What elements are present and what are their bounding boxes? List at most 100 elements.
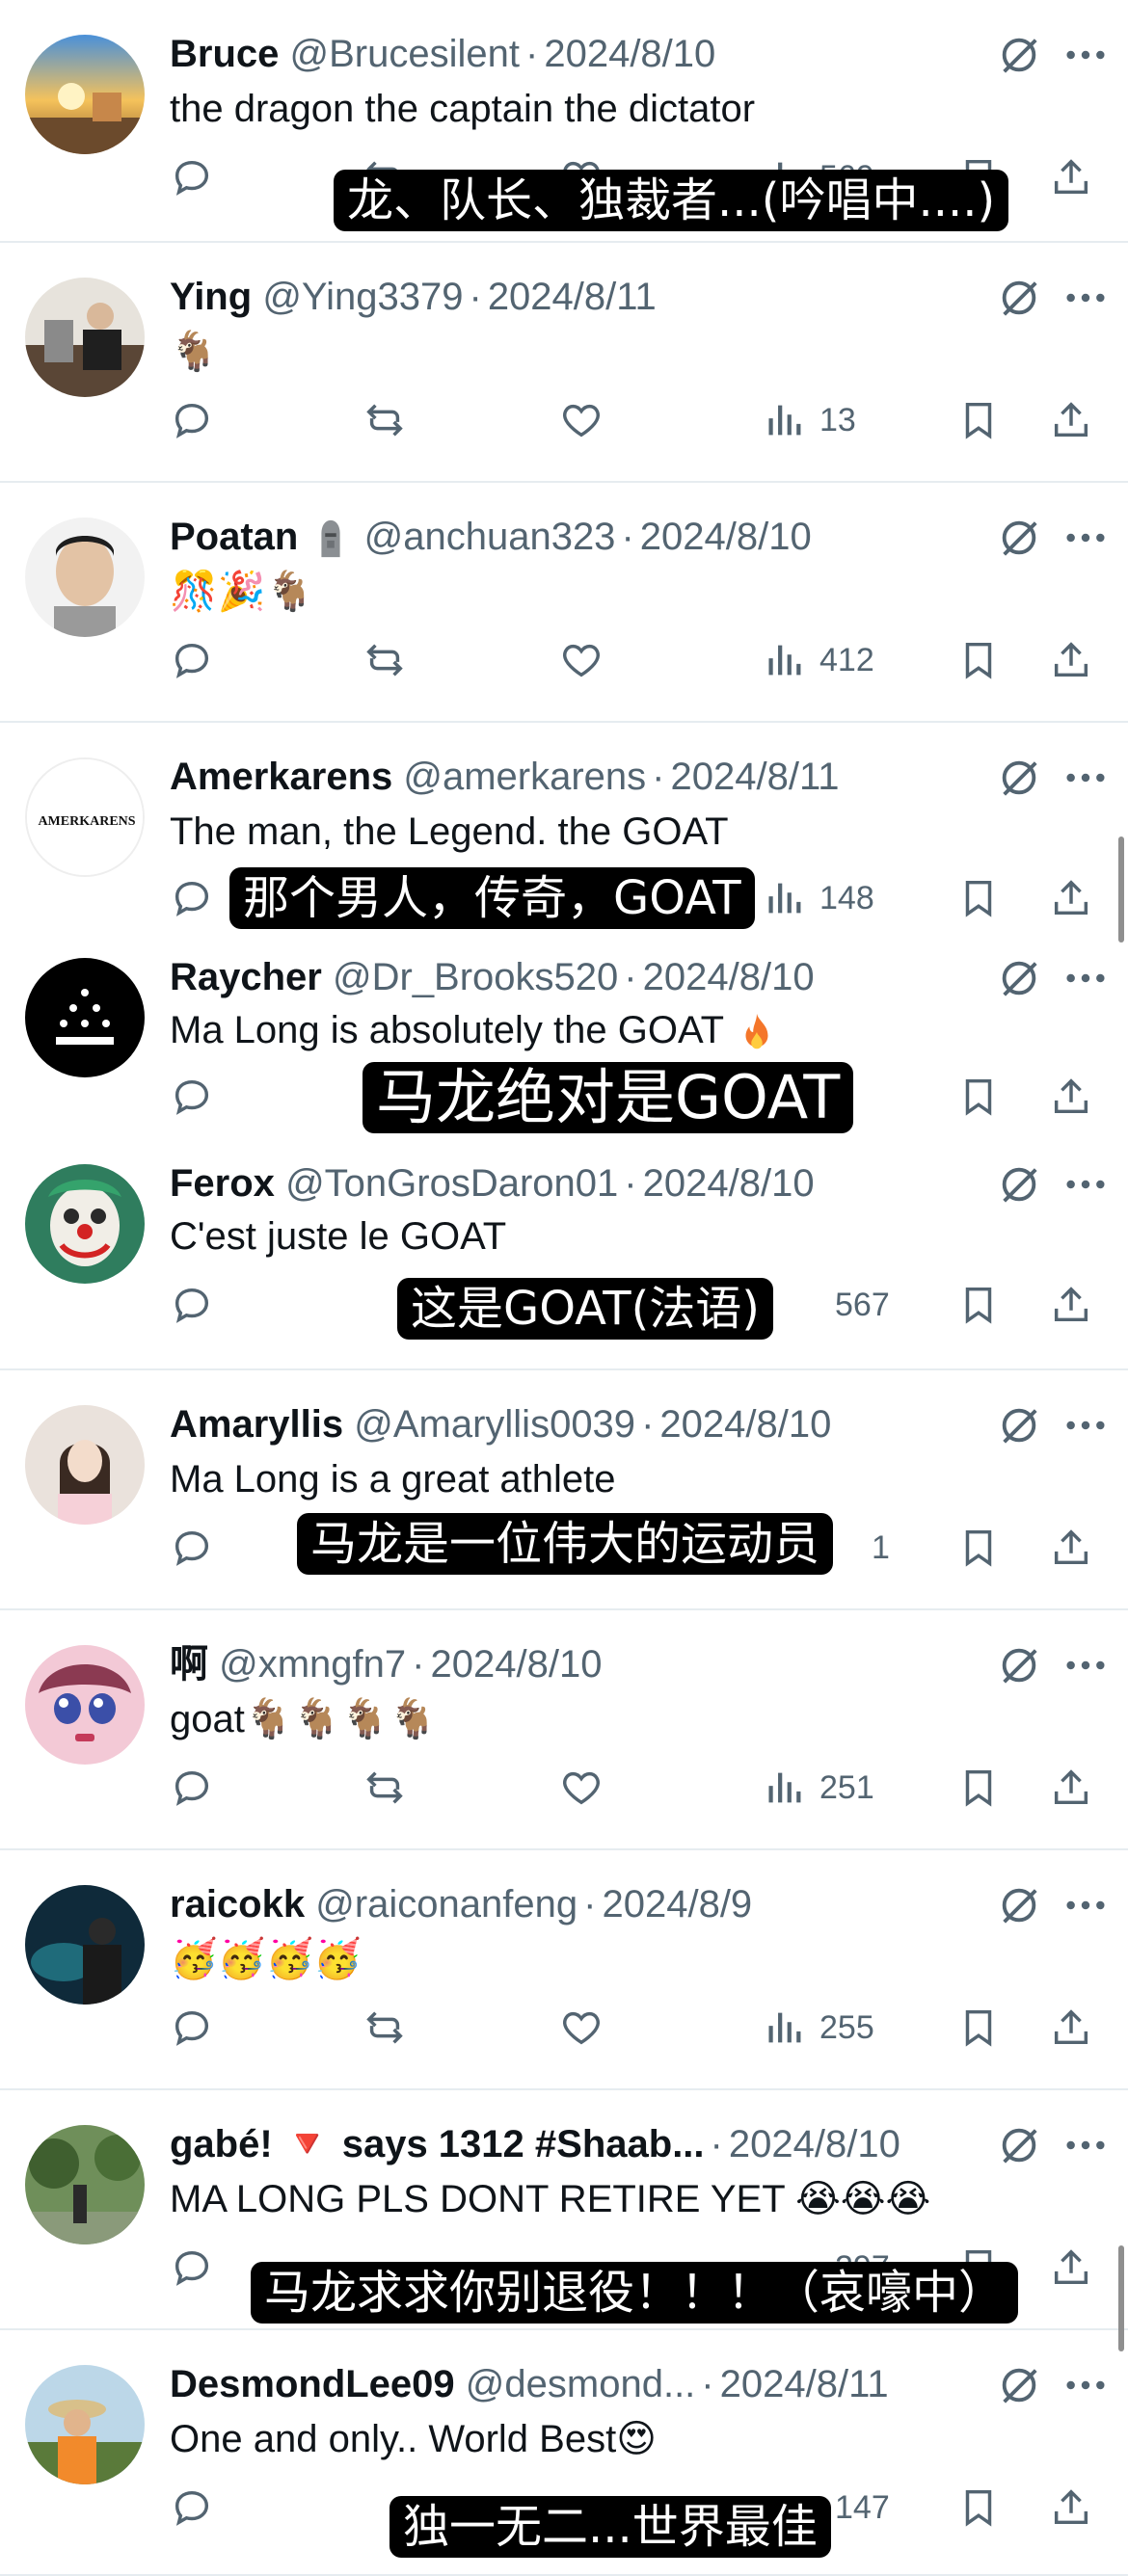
bookmark-button[interactable] — [956, 1999, 1001, 2057]
author-name[interactable]: Raycher — [170, 956, 322, 998]
avatar[interactable] — [25, 2365, 145, 2484]
author-handle[interactable]: @anchuan323 — [364, 516, 616, 558]
author-name[interactable]: Bruce — [170, 33, 279, 75]
post-date[interactable]: 2024/8/10 — [729, 2123, 900, 2165]
more-icon[interactable] — [1061, 276, 1111, 320]
share-button[interactable] — [1049, 1999, 1093, 2057]
views-button[interactable]: 567 — [821, 1276, 890, 1334]
retweet-button[interactable] — [363, 391, 407, 449]
more-icon[interactable] — [1061, 956, 1111, 1000]
views-button[interactable]: 147 — [821, 2479, 890, 2536]
post-date[interactable]: 2024/8/10 — [544, 33, 715, 75]
more-icon[interactable] — [1061, 2123, 1111, 2167]
views-button[interactable]: 412 — [762, 631, 874, 689]
bookmark-button[interactable] — [956, 391, 1001, 449]
like-button[interactable] — [559, 1759, 604, 1817]
share-button[interactable] — [1049, 391, 1093, 449]
tweet[interactable]: Raycher @Dr_Brooks520 · 2024/8/10 Ma Long … — [0, 943, 1128, 1145]
views-button[interactable]: 255 — [762, 1999, 874, 2057]
tweet[interactable]: gabé! 🔻 says 1312 #Shaab... · 2024/8/10 MA… — [0, 2090, 1128, 2330]
grok-icon[interactable] — [997, 2363, 1041, 2407]
scrollbar-thumb[interactable] — [1118, 837, 1124, 943]
author-name[interactable]: Amerkarens — [170, 756, 392, 798]
like-button[interactable] — [559, 631, 604, 689]
grok-icon[interactable] — [997, 1162, 1041, 1207]
retweet-button[interactable] — [363, 631, 407, 689]
author-name[interactable]: Poatan — [170, 516, 298, 558]
grok-icon[interactable] — [997, 1643, 1041, 1687]
post-date[interactable]: 2024/8/11 — [488, 276, 657, 318]
avatar[interactable] — [25, 518, 145, 637]
bookmark-button[interactable] — [956, 1759, 1001, 1817]
author-name[interactable]: Ferox — [170, 1162, 275, 1205]
reply-button[interactable] — [170, 2479, 214, 2536]
author-handle[interactable]: @Brucesilent — [290, 33, 520, 75]
avatar[interactable]: AMERKARENS — [25, 757, 145, 877]
bookmark-button[interactable] — [956, 869, 1001, 927]
more-icon[interactable] — [1061, 1883, 1111, 1927]
reply-button[interactable] — [170, 1759, 214, 1817]
more-icon[interactable] — [1061, 516, 1111, 560]
reply-button[interactable] — [170, 1999, 214, 2057]
tweet[interactable]: DesmondLee09 @desmond... · 2024/8/11 One a… — [0, 2330, 1128, 2576]
like-button[interactable] — [559, 1999, 604, 2057]
author-handle[interactable]: @xmngfn7 — [219, 1643, 406, 1686]
grok-icon[interactable] — [997, 956, 1041, 1000]
grok-icon[interactable] — [997, 1403, 1041, 1447]
author-handle[interactable]: @Dr_Brooks520 — [333, 956, 618, 998]
more-icon[interactable] — [1061, 1403, 1111, 1447]
bookmark-button[interactable] — [956, 631, 1001, 689]
scrollbar-thumb[interactable] — [1118, 2245, 1124, 2351]
reply-button[interactable] — [170, 391, 214, 449]
reply-button[interactable] — [170, 869, 214, 927]
avatar[interactable] — [25, 2125, 145, 2244]
post-date[interactable]: 2024/8/9 — [602, 1883, 752, 1925]
avatar[interactable] — [25, 35, 145, 154]
author-handle[interactable]: @Ying3379 — [262, 276, 463, 318]
share-button[interactable] — [1049, 1519, 1093, 1577]
author-name[interactable]: 啊 — [170, 1643, 208, 1686]
tweet[interactable]: Bruce @Brucesilent · 2024/8/10 the dragon … — [0, 0, 1128, 243]
share-button[interactable] — [1049, 1276, 1093, 1334]
reply-button[interactable] — [170, 1519, 214, 1577]
author-name[interactable]: Ying — [170, 276, 252, 318]
more-icon[interactable] — [1061, 2363, 1111, 2407]
more-icon[interactable] — [1061, 33, 1111, 77]
retweet-button[interactable] — [363, 1999, 407, 2057]
post-date[interactable]: 2024/8/11 — [671, 756, 840, 798]
bookmark-button[interactable] — [956, 1519, 1001, 1577]
grok-icon[interactable] — [997, 1883, 1041, 1927]
tweet[interactable]: AMERKARENS Amerkarens @amerkarens · 2024/8… — [0, 723, 1128, 943]
share-button[interactable] — [1049, 148, 1093, 206]
share-button[interactable] — [1049, 2239, 1093, 2297]
more-icon[interactable] — [1061, 756, 1111, 800]
share-button[interactable] — [1049, 1068, 1093, 1126]
tweet[interactable]: Amaryllis @Amaryllis0039 · 2024/8/10 Ma Lo… — [0, 1370, 1128, 1610]
author-handle[interactable]: @TonGrosDaron01 — [285, 1162, 618, 1205]
more-icon[interactable] — [1061, 1643, 1111, 1687]
reply-button[interactable] — [170, 1276, 214, 1334]
more-icon[interactable] — [1061, 1162, 1111, 1207]
avatar[interactable] — [25, 958, 145, 1077]
author-name[interactable]: raicokk — [170, 1883, 305, 1925]
avatar[interactable] — [25, 1164, 145, 1284]
post-date[interactable]: 2024/8/10 — [643, 1162, 815, 1205]
bookmark-button[interactable] — [956, 1276, 1001, 1334]
author-name[interactable]: gabé! 🔻 says 1312 #Shaab... — [170, 2123, 705, 2165]
author-name[interactable]: Amaryllis — [170, 1403, 343, 1446]
tweet[interactable]: raicokk @raiconanfeng · 2024/8/9 🥳🥳🥳🥳 255 — [0, 1850, 1128, 2090]
reply-button[interactable] — [170, 631, 214, 689]
author-handle[interactable]: @desmond... — [466, 2363, 696, 2405]
bookmark-button[interactable] — [956, 2479, 1001, 2536]
grok-icon[interactable] — [997, 276, 1041, 320]
avatar[interactable] — [25, 278, 145, 397]
views-button[interactable]: 13 — [762, 391, 856, 449]
post-date[interactable]: 2024/8/10 — [640, 516, 812, 558]
tweet[interactable]: Ferox @TonGrosDaron01 · 2024/8/10 C'est ju… — [0, 1145, 1128, 1370]
tweet[interactable]: Ying @Ying3379 · 2024/8/11 🐐 13 — [0, 243, 1128, 483]
post-date[interactable]: 2024/8/10 — [430, 1643, 602, 1686]
reply-button[interactable] — [170, 148, 214, 206]
like-button[interactable] — [559, 391, 604, 449]
share-button[interactable] — [1049, 869, 1093, 927]
post-date[interactable]: 2024/8/10 — [659, 1403, 831, 1446]
